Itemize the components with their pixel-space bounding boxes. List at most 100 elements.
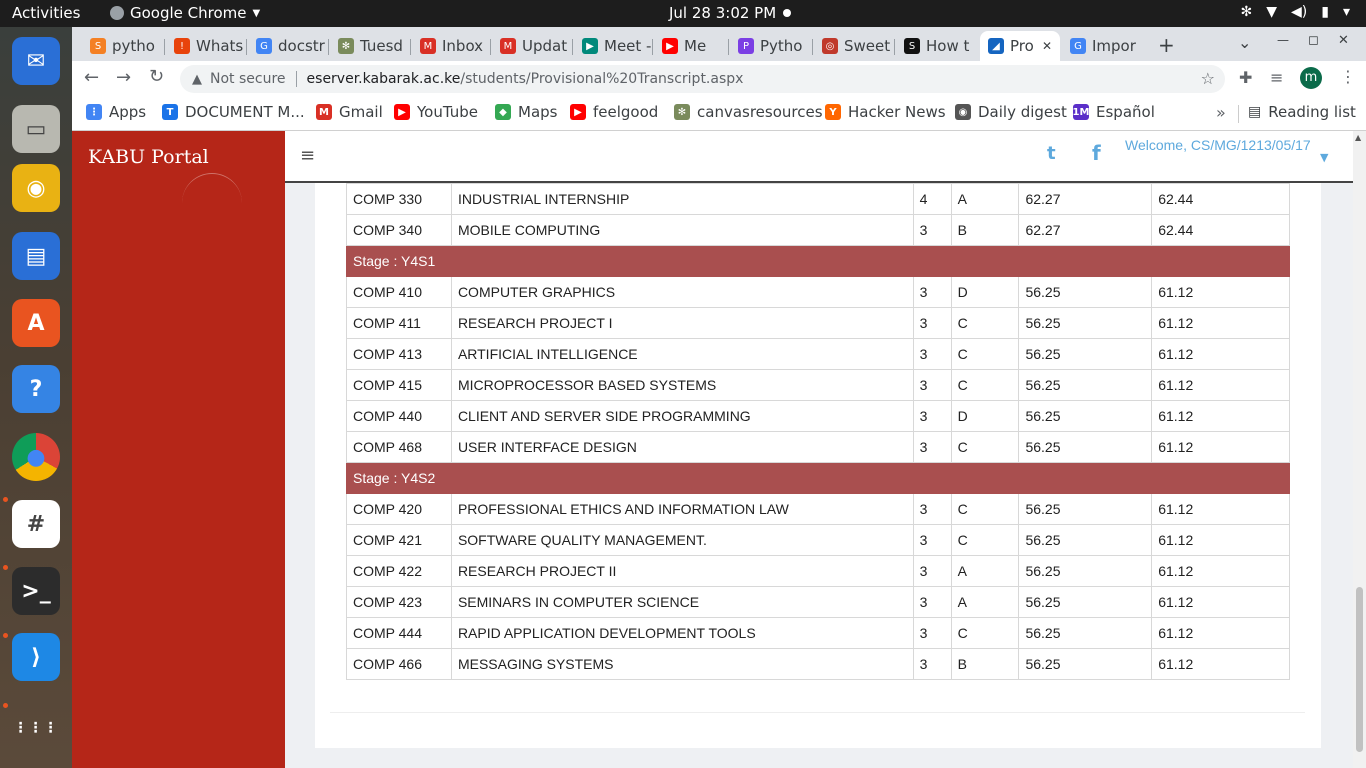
tab-favicon-icon: S — [90, 38, 106, 54]
course-cum-cell: 62.44 — [1151, 214, 1290, 246]
page-scrollbar[interactable]: ▲ — [1353, 131, 1366, 768]
bookmark-item[interactable]: ✻ canvasresources — [674, 103, 823, 121]
bookmark-label: Español — [1096, 103, 1155, 121]
activities-button[interactable]: Activities — [12, 4, 80, 22]
files-icon[interactable]: ▭ — [12, 105, 60, 153]
bookmark-item[interactable]: ▶ feelgood — [570, 103, 658, 121]
browser-tab[interactable]: S How t — [896, 31, 978, 61]
bookmark-item[interactable]: ▶ YouTube — [394, 103, 478, 121]
maximize-icon[interactable]: ◻ — [1308, 33, 1319, 48]
browser-tab[interactable]: ! Whats — [166, 31, 246, 61]
extensions-icon[interactable]: ✚ — [1239, 68, 1252, 87]
bookmark-label: Hacker News — [848, 103, 946, 121]
terminal-icon[interactable]: >_ — [12, 567, 60, 615]
browser-tab[interactable]: P Pytho — [730, 31, 812, 61]
course-cum-cell: 62.44 — [1151, 183, 1290, 215]
browser-tab[interactable]: ▶ Meet - — [574, 31, 652, 61]
software-center-icon[interactable]: A — [12, 299, 60, 347]
tab-separator — [490, 39, 491, 55]
back-icon[interactable]: ← — [84, 67, 99, 88]
reading-list-button[interactable]: ▤ Reading list — [1248, 103, 1356, 121]
tab-search-icon[interactable]: ⌄ — [1238, 33, 1251, 52]
show-apps-icon[interactable]: ⋮⋮⋮ — [12, 704, 60, 752]
course-grade-cell: C — [950, 493, 1020, 525]
bookmark-star-icon[interactable]: ☆ — [1201, 69, 1215, 88]
reading-list-icon: ▤ — [1248, 104, 1262, 120]
wifi-icon: ▼ — [1266, 4, 1278, 20]
course-code-cell: COMP 440 — [346, 400, 452, 432]
slack-icon[interactable]: # — [12, 500, 60, 548]
chrome-menu-icon[interactable]: ⋮ — [1340, 67, 1356, 86]
volume-icon: ◀) — [1291, 4, 1308, 20]
bookmark-item[interactable]: ◉ Daily digest — [955, 103, 1067, 121]
browser-tab[interactable]: M Updat — [492, 31, 572, 61]
new-tab-icon[interactable]: + — [1158, 33, 1175, 57]
portal-brand[interactable]: KABU Portal — [88, 146, 209, 168]
bookmark-item[interactable]: M Gmail — [316, 103, 383, 121]
clock[interactable]: Jul 28 3:02 PM — [669, 4, 776, 22]
course-title-cell: ARTIFICIAL INTELLIGENCE — [450, 338, 914, 370]
bookmark-item[interactable]: Y Hacker News — [825, 103, 946, 121]
course-mean-cell: 56.25 — [1018, 524, 1153, 556]
libreoffice-writer-icon[interactable]: ▤ — [12, 232, 60, 280]
welcome-text[interactable]: Welcome, CS/MG/1213/05/17 — [1125, 137, 1311, 153]
bookmark-item[interactable]: ⋮ Apps — [86, 103, 146, 121]
course-title-cell: SEMINARS IN COMPUTER SCIENCE — [450, 586, 914, 618]
bookmark-favicon-icon: ▶ — [570, 104, 586, 120]
tab-separator — [164, 39, 165, 55]
course-cum-cell: 61.12 — [1151, 400, 1290, 432]
course-cum-cell: 61.12 — [1151, 307, 1290, 339]
browser-tab[interactable]: ◎ Sweet — [814, 31, 894, 61]
course-row: COMP 444 RAPID APPLICATION DEVELOPMENT TO… — [346, 617, 1290, 649]
thunderbird-icon[interactable]: ✉ — [12, 37, 60, 85]
help-icon[interactable]: ? — [12, 365, 60, 413]
scrollbar-thumb[interactable] — [1356, 587, 1363, 752]
bookmark-item[interactable]: ◆ Maps — [495, 103, 557, 121]
tab-separator — [652, 39, 653, 55]
course-cum-cell: 61.12 — [1151, 555, 1290, 587]
rhythmbox-icon[interactable]: ◉ — [12, 164, 60, 212]
bookmarks-divider — [1238, 105, 1239, 123]
browser-tab[interactable]: M Inbox — [412, 31, 490, 61]
bookmark-item[interactable]: 1M Español — [1073, 103, 1155, 121]
browser-tab[interactable]: G Impor — [1062, 31, 1142, 61]
tab-separator — [328, 39, 329, 55]
twitter-icon[interactable]: t — [1047, 143, 1056, 164]
app-menu[interactable]: Google Chrome ▼ — [110, 4, 260, 22]
tab-title: Inbox — [442, 37, 484, 55]
window-close-icon[interactable]: ✕ — [1338, 33, 1349, 48]
browser-tab[interactable]: Gdocstr — [248, 31, 328, 61]
running-indicator — [3, 565, 8, 570]
minimize-icon[interactable]: — — [1277, 33, 1289, 47]
scroll-up-icon[interactable]: ▲ — [1355, 133, 1361, 142]
chrome-icon[interactable]: ● — [12, 433, 60, 481]
bookmark-item[interactable]: T DOCUMENT M... — [162, 103, 305, 121]
address-bar[interactable]: ▲ Not secure eserver.kabarak.ac.ke/stude… — [180, 65, 1225, 93]
power-menu-icon[interactable]: ▾ — [1343, 4, 1350, 20]
system-tray[interactable]: ✻ ▼ ◀) ▮ ▾ — [1241, 4, 1351, 20]
bookmark-label: Gmail — [339, 103, 383, 121]
media-control-icon[interactable]: ≡ — [1270, 68, 1283, 87]
tab-favicon-icon: ◢ — [988, 38, 1004, 54]
forward-icon[interactable]: → — [116, 67, 131, 88]
bookmarks-overflow-icon[interactable]: » — [1216, 103, 1226, 122]
browser-tab[interactable]: ✻ Tuesd — [330, 31, 410, 61]
bookmark-favicon-icon: ◆ — [495, 104, 511, 120]
browser-tab[interactable]: ▶ Me — [654, 31, 728, 61]
tab-favicon-icon: ! — [174, 38, 190, 54]
reload-icon[interactable]: ↻ — [149, 66, 164, 87]
user-dropdown-caret-icon[interactable]: ▼ — [1320, 151, 1328, 164]
browser-tab[interactable]: Spytho — [82, 31, 162, 61]
tab-separator — [572, 39, 573, 55]
portal-sidebar: KABU Portal — [72, 131, 285, 768]
slack-tray-icon[interactable]: ✻ — [1241, 4, 1253, 20]
profile-avatar[interactable]: m — [1300, 67, 1322, 89]
facebook-icon[interactable]: f — [1092, 141, 1101, 165]
tab-close-icon[interactable]: ✕ — [1042, 39, 1052, 53]
browser-tab[interactable]: ◢ Pro ✕ — [980, 31, 1060, 61]
security-label[interactable]: Not secure — [210, 71, 286, 87]
bookmark-label: DOCUMENT M... — [185, 103, 305, 121]
hamburger-menu-icon[interactable]: ≡ — [300, 145, 315, 166]
course-code-cell: COMP 466 — [346, 648, 452, 680]
vscode-icon[interactable]: ⟩ — [12, 633, 60, 681]
